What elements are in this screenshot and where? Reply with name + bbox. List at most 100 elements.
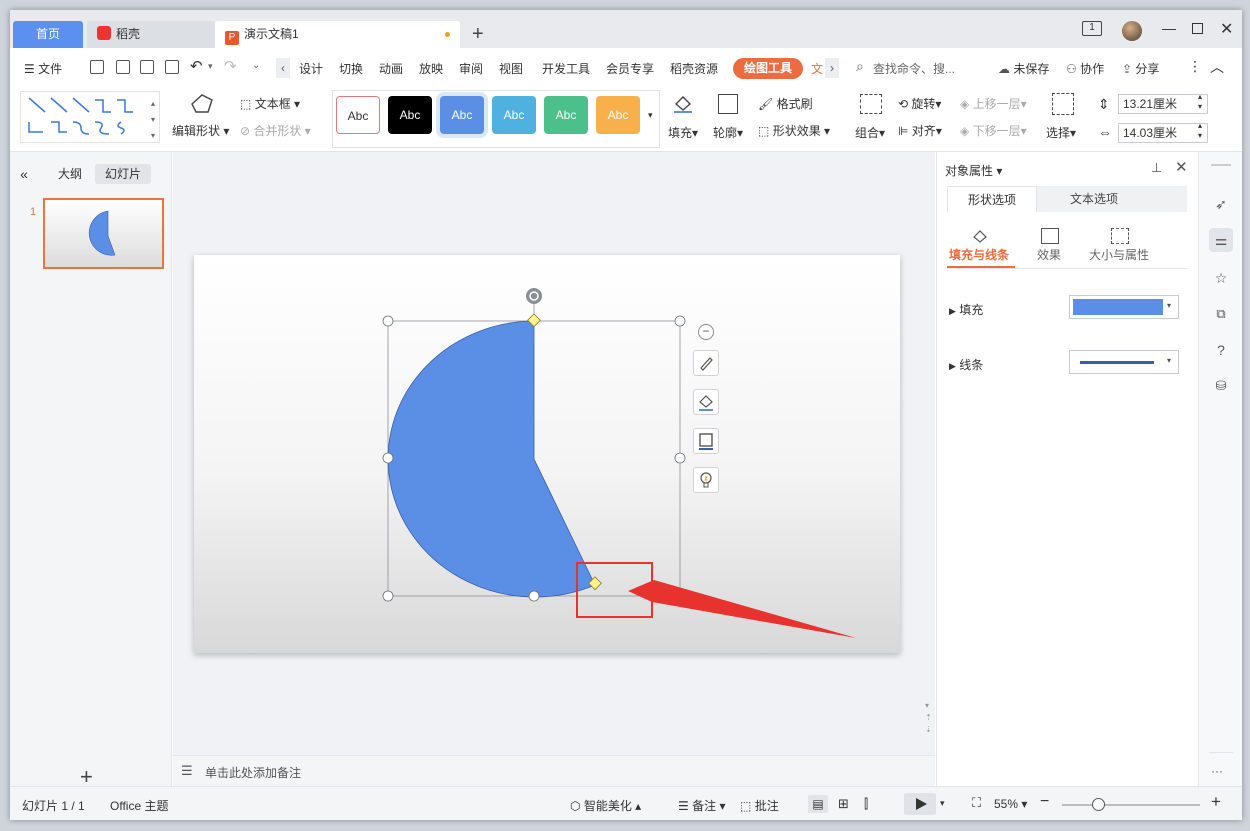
- slides-icon[interactable]: ⧉: [1209, 302, 1233, 326]
- properties-sliders-icon[interactable]: ⚌: [1209, 228, 1233, 252]
- star-icon[interactable]: ☆: [1209, 266, 1233, 290]
- zoom-out-icon[interactable]: −: [1040, 793, 1049, 811]
- menu-slideshow[interactable]: 放映: [419, 60, 443, 77]
- theme-name[interactable]: Office 主题: [110, 797, 168, 814]
- menu-view[interactable]: 视图: [499, 60, 523, 77]
- resize-handle-right[interactable]: [674, 452, 686, 464]
- more-options-icon[interactable]: ⋮: [1188, 58, 1202, 75]
- height-stepper-icon[interactable]: ▴ ▾: [1198, 92, 1202, 112]
- close-panel-icon[interactable]: ✕: [1175, 158, 1188, 176]
- zoom-level[interactable]: 55% ▾: [994, 797, 1027, 811]
- comments-button[interactable]: ⬚ 批注: [740, 797, 779, 814]
- help-icon[interactable]: ?: [1209, 338, 1233, 362]
- style-blue[interactable]: Abc: [440, 96, 484, 134]
- menu-developer[interactable]: 开发工具: [542, 60, 590, 77]
- notes-bar[interactable]: ☰ 单击此处添加备注: [173, 755, 935, 786]
- play-slideshow-button[interactable]: [904, 793, 936, 815]
- minimize-icon[interactable]: —: [1162, 20, 1176, 36]
- customize-toolbar-icon[interactable]: ⌄: [252, 60, 260, 71]
- normal-view-icon[interactable]: ▤: [808, 795, 828, 813]
- line-shape-gallery[interactable]: ▴ ▾ ▾: [20, 91, 160, 143]
- pie-shape[interactable]: [387, 320, 596, 598]
- edit-shape-button[interactable]: 编辑形状 ▾: [172, 122, 229, 139]
- textbox-button[interactable]: ⬚ 文本框 ▾: [240, 95, 300, 112]
- resize-handle-bottom[interactable]: [528, 590, 540, 602]
- collapse-quick-tools-icon[interactable]: −: [698, 324, 714, 340]
- sorter-view-icon[interactable]: ⊞: [838, 796, 849, 812]
- reading-view-icon[interactable]: ⫿: [864, 796, 868, 812]
- menu-animation[interactable]: 动画: [379, 60, 403, 77]
- tab-text-options[interactable]: 文本选项: [1049, 186, 1139, 212]
- style-green[interactable]: Abc: [544, 96, 588, 134]
- tab-home[interactable]: 首页: [13, 21, 83, 48]
- style-orange[interactable]: Abc: [596, 96, 640, 134]
- notes-toggle-button[interactable]: ☰ 备注 ▾: [678, 797, 725, 814]
- collapse-ribbon-icon[interactable]: ︿: [1210, 57, 1224, 77]
- menu-scroll-right-icon[interactable]: ›: [825, 58, 839, 78]
- menu-member[interactable]: 会员专享: [606, 60, 654, 77]
- add-tab-button[interactable]: +: [472, 22, 484, 46]
- select-button[interactable]: 选择▾: [1046, 124, 1076, 141]
- line-style-dropdown[interactable]: ▾: [1069, 350, 1179, 374]
- fill-section-toggle[interactable]: ▶ 填充: [949, 301, 983, 318]
- zoom-slider-track[interactable]: [1062, 804, 1200, 806]
- tab-document[interactable]: P 演示文稿1: [215, 21, 460, 48]
- fill-button[interactable]: 填充▾: [668, 124, 698, 141]
- subtab-fill-line[interactable]: 填充与线条: [949, 246, 1009, 263]
- rotate-button[interactable]: ⟲ 旋转▾: [898, 95, 941, 112]
- style-black[interactable]: Abc: [388, 96, 432, 134]
- close-icon[interactable]: ✕: [1220, 19, 1233, 39]
- scroll-controls-icon[interactable]: ▾ ⇡ ⇣: [925, 700, 932, 736]
- width-stepper-icon[interactable]: ▴ ▾: [1198, 121, 1202, 141]
- rocket-icon[interactable]: ➶: [1209, 192, 1233, 216]
- tab-slides[interactable]: 幻灯片: [95, 164, 151, 184]
- width-input[interactable]: 14.03厘米: [1118, 123, 1208, 143]
- save-icon[interactable]: [90, 60, 104, 74]
- quick-ideas-button[interactable]: [693, 467, 719, 493]
- zoom-in-icon[interactable]: +: [1211, 792, 1221, 812]
- quick-outline-button[interactable]: [693, 428, 719, 454]
- fit-window-icon[interactable]: ⛶: [972, 795, 981, 811]
- menu-review[interactable]: 审阅: [459, 60, 483, 77]
- smart-beautify-button[interactable]: ⬡ 智能美化 ▴: [570, 797, 641, 814]
- more-icon[interactable]: ···: [1211, 764, 1223, 778]
- print-icon[interactable]: [140, 60, 154, 74]
- property-panel-title[interactable]: 对象属性 ▾: [945, 162, 1002, 179]
- tab-daoke[interactable]: 稻壳: [87, 21, 215, 48]
- menu-design[interactable]: 设计: [299, 60, 323, 77]
- menu-text-tools[interactable]: 文: [811, 60, 823, 77]
- shape-effects-button[interactable]: ⬚ 形状效果 ▾: [758, 122, 830, 139]
- group-button[interactable]: 组合▾: [855, 124, 885, 141]
- play-options-icon[interactable]: ▾: [940, 798, 945, 809]
- collapse-panel-icon[interactable]: «: [16, 164, 32, 184]
- quick-fill-button[interactable]: [693, 389, 719, 415]
- resize-handle-bottom-left[interactable]: [382, 590, 394, 602]
- quick-style-button[interactable]: [693, 350, 719, 376]
- outline-button[interactable]: 轮廓▾: [713, 124, 743, 141]
- slide-thumbnail[interactable]: [43, 198, 164, 269]
- zoom-slider-thumb[interactable]: [1092, 798, 1105, 811]
- menu-daoke-resources[interactable]: 稻壳资源: [670, 60, 718, 77]
- undo-dropdown-icon[interactable]: ▾: [208, 61, 213, 72]
- window-switch-button[interactable]: 1: [1082, 21, 1102, 36]
- file-menu[interactable]: ☰ 文件: [24, 60, 62, 77]
- user-avatar[interactable]: [1122, 21, 1142, 41]
- print-preview-icon[interactable]: [165, 60, 179, 74]
- subtab-size-properties[interactable]: 大小与属性: [1089, 246, 1149, 263]
- menu-transition[interactable]: 切换: [339, 60, 363, 77]
- resize-handle-left[interactable]: [382, 452, 394, 464]
- format-painter-button[interactable]: 🖌 格式刷: [758, 95, 813, 112]
- unsaved-button[interactable]: ☁ 未保存: [998, 60, 1049, 77]
- subtab-effects[interactable]: 效果: [1037, 246, 1061, 263]
- style-gallery-more-icon[interactable]: ▾: [648, 110, 653, 121]
- undo-icon[interactable]: ↶: [190, 57, 203, 75]
- height-input[interactable]: 13.21厘米: [1118, 94, 1208, 114]
- align-button[interactable]: ⊫ 对齐▾: [898, 122, 942, 139]
- style-light-blue[interactable]: Abc: [492, 96, 536, 134]
- line-section-toggle[interactable]: ▶ 线条: [949, 356, 983, 373]
- tab-outline[interactable]: 大纲: [50, 164, 90, 184]
- resize-handle-top-left[interactable]: [382, 315, 394, 327]
- collaborate-button[interactable]: ⚇ 协作: [1066, 60, 1104, 77]
- maximize-icon[interactable]: [1192, 23, 1203, 34]
- export-pdf-icon[interactable]: [116, 60, 130, 74]
